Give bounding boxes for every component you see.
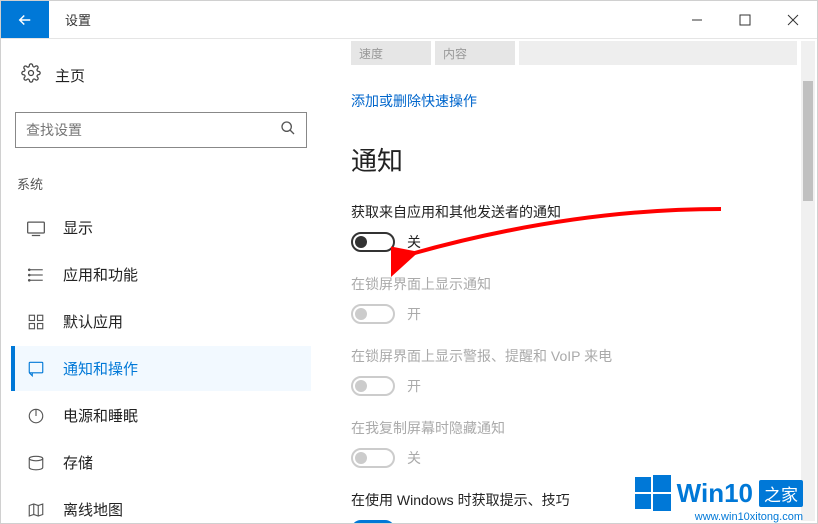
- sidebar-item-storage[interactable]: 存储: [11, 440, 311, 485]
- main-panel: 速度 内容 添加或删除快速操作 通知 获取来自应用和其他发送者的通知 关 在锁屏…: [321, 39, 817, 523]
- sidebar-item-power[interactable]: 电源和睡眠: [11, 393, 311, 438]
- section-title: 通知: [351, 141, 797, 178]
- home-label: 主页: [55, 65, 85, 86]
- search-input[interactable]: [26, 122, 280, 138]
- power-icon: [25, 407, 47, 425]
- setting-item: 获取来自应用和其他发送者的通知 关: [351, 202, 797, 252]
- toggle-switch: [351, 448, 395, 468]
- scrollbar-thumb[interactable]: [803, 81, 813, 201]
- default-apps-icon: [25, 313, 47, 331]
- scrollbar[interactable]: [801, 41, 815, 521]
- window-title: 设置: [49, 1, 673, 38]
- group-label: 系统: [11, 174, 311, 203]
- maximize-button[interactable]: [721, 1, 769, 38]
- sidebar-item-label: 显示: [63, 217, 93, 238]
- toggle-state-label: 开: [407, 304, 421, 324]
- watermark: Win10 之家: [633, 473, 803, 513]
- apps-icon: [25, 266, 47, 284]
- sidebar-item-label: 默认应用: [63, 311, 123, 332]
- storage-icon: [25, 454, 47, 472]
- edit-quick-actions-link[interactable]: 添加或删除快速操作: [351, 91, 477, 111]
- sidebar-item-label: 通知和操作: [63, 358, 138, 379]
- back-button[interactable]: [1, 1, 49, 38]
- setting-label: 获取来自应用和其他发送者的通知: [351, 202, 797, 222]
- toggle-state-label: 开: [407, 520, 421, 523]
- toggle-switch[interactable]: [351, 232, 395, 252]
- notifications-icon: [25, 360, 47, 378]
- search-box[interactable]: [15, 112, 307, 148]
- sidebar-item-label: 离线地图: [63, 499, 123, 520]
- toggle-state-label: 开: [407, 376, 421, 396]
- setting-item: 在锁屏界面上显示通知 开: [351, 274, 797, 324]
- watermark-brand: Win10: [677, 478, 753, 509]
- close-button[interactable]: [769, 1, 817, 38]
- gear-icon: [21, 63, 41, 88]
- minimize-button[interactable]: [673, 1, 721, 38]
- setting-label: 在锁屏界面上显示警报、提醒和 VoIP 来电: [351, 346, 797, 366]
- quick-action-row: 速度 内容: [351, 41, 797, 65]
- windows-logo-icon: [633, 473, 673, 513]
- titlebar: 设置: [1, 1, 817, 39]
- setting-item: 在锁屏界面上显示警报、提醒和 VoIP 来电 开: [351, 346, 797, 396]
- home-link[interactable]: 主页: [11, 57, 311, 94]
- sidebar-item-display[interactable]: 显示: [11, 205, 311, 250]
- watermark-sub: 之家: [759, 480, 803, 507]
- quick-action-empty: [519, 41, 797, 65]
- toggle-state-label: 关: [407, 448, 421, 468]
- sidebar: 主页 系统 显示 应用和功能 默认应用 通知和操作 电源和睡眠 存: [1, 39, 321, 523]
- window-controls: [673, 1, 817, 38]
- setting-label: 在我复制屏幕时隐藏通知: [351, 418, 797, 438]
- toggle-switch[interactable]: [351, 520, 395, 523]
- sidebar-item-maps[interactable]: 离线地图: [11, 487, 311, 523]
- quick-action-tile[interactable]: 内容: [435, 41, 515, 65]
- toggle-switch: [351, 376, 395, 396]
- display-icon: [25, 219, 47, 237]
- search-icon: [280, 120, 296, 141]
- setting-item: 在我复制屏幕时隐藏通知 关: [351, 418, 797, 468]
- sidebar-item-notifications[interactable]: 通知和操作: [11, 346, 311, 391]
- maps-icon: [25, 501, 47, 519]
- sidebar-item-label: 电源和睡眠: [63, 405, 138, 426]
- toggle-switch: [351, 304, 395, 324]
- watermark-url: www.win10xitong.com: [695, 511, 803, 523]
- sidebar-item-label: 应用和功能: [63, 264, 138, 285]
- toggle-state-label: 关: [407, 232, 421, 252]
- quick-action-tile[interactable]: 速度: [351, 41, 431, 65]
- sidebar-item-default-apps[interactable]: 默认应用: [11, 299, 311, 344]
- sidebar-item-apps[interactable]: 应用和功能: [11, 252, 311, 297]
- sidebar-item-label: 存储: [63, 452, 93, 473]
- setting-label: 在锁屏界面上显示通知: [351, 274, 797, 294]
